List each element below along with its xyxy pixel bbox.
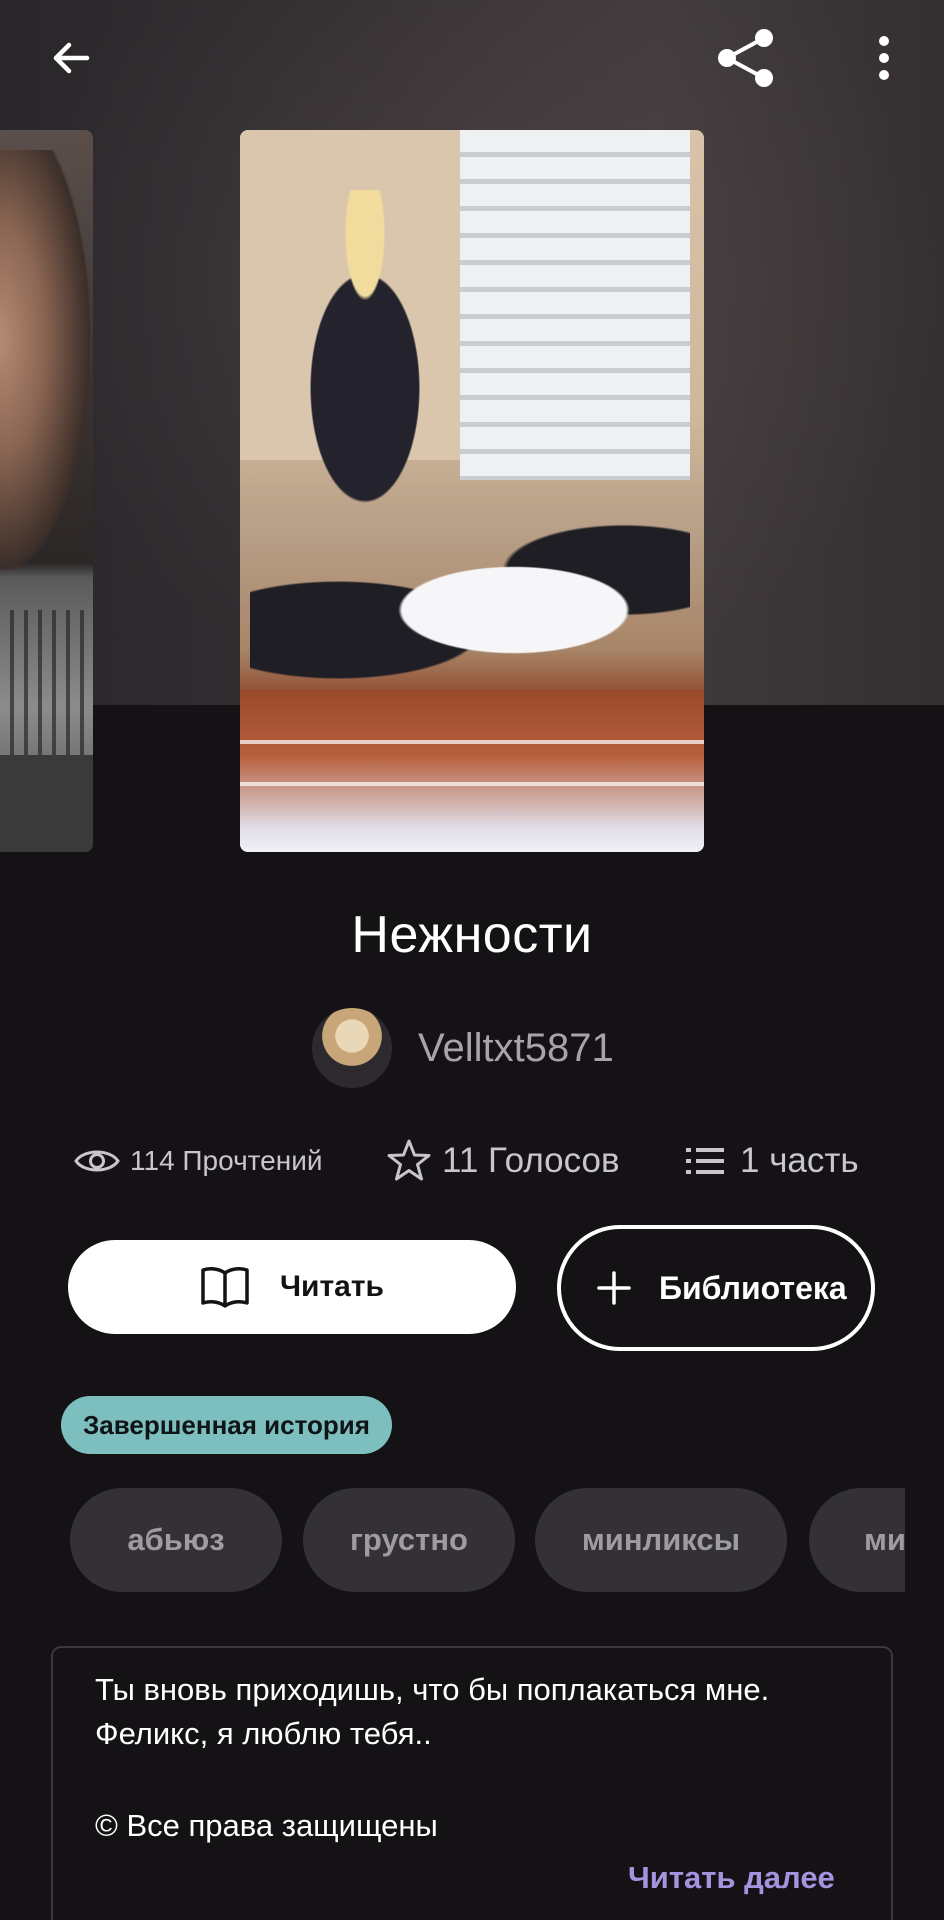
tag-chip[interactable]: абьюз — [70, 1488, 282, 1592]
more-vertical-icon — [879, 36, 889, 80]
story-cover — [240, 130, 704, 852]
cover-art — [250, 510, 690, 710]
eye-icon — [74, 1146, 120, 1176]
cover-art — [240, 782, 704, 786]
tag-chip[interactable]: ми — [809, 1488, 905, 1592]
author-avatar[interactable] — [312, 1008, 392, 1088]
cover-art — [240, 740, 704, 744]
tag-chip[interactable]: минликсы — [535, 1488, 787, 1592]
star-icon — [386, 1138, 432, 1184]
story-stats: 114 Прочтений 11 Голосов 1 часть — [0, 1135, 944, 1187]
cover-art — [460, 130, 690, 480]
top-bar — [0, 0, 944, 112]
add-to-library-button[interactable]: Библиотека — [557, 1225, 875, 1351]
read-more-link[interactable]: Читать далее — [628, 1860, 835, 1896]
reads-stat: 114 Прочтений — [74, 1135, 323, 1187]
tag-list: абьюз грустно минликсы ми — [70, 1488, 905, 1592]
author-name[interactable]: Velltxt5871 — [418, 1026, 614, 1071]
description-text: Феликс, я люблю тебя.. — [95, 1716, 432, 1751]
reads-count: 114 Прочтений — [130, 1145, 323, 1176]
story-title: Нежности — [351, 906, 593, 964]
book-icon — [200, 1265, 250, 1309]
adjacent-story-cover[interactable] — [0, 130, 93, 852]
cover-art — [240, 690, 704, 852]
library-button-label: Библиотека — [659, 1270, 847, 1306]
copyright-text: © Все права защищены — [95, 1808, 438, 1843]
tag-chip[interactable]: грустно — [303, 1488, 515, 1592]
back-button[interactable] — [35, 22, 107, 94]
votes-stat: 11 Голосов — [386, 1135, 620, 1187]
arrow-left-icon — [53, 42, 90, 74]
cover-art — [0, 150, 90, 570]
more-options-button[interactable] — [848, 22, 920, 94]
list-icon — [686, 1146, 724, 1176]
read-button[interactable]: Читать — [68, 1240, 516, 1334]
votes-count: 11 Голосов — [442, 1141, 620, 1180]
cover-art — [270, 190, 460, 550]
share-icon — [718, 29, 773, 87]
author-link[interactable]: Velltxt5871 — [312, 1008, 614, 1088]
cover-art — [0, 610, 93, 852]
description-text: Ты вновь приходишь, что бы поплакаться м… — [95, 1672, 770, 1707]
read-button-label: Читать — [279, 1270, 385, 1303]
story-description: Ты вновь приходишь, что бы поплакаться м… — [51, 1646, 893, 1920]
parts-count: 1 часть — [740, 1141, 859, 1180]
share-button[interactable] — [710, 22, 782, 94]
plus-icon — [597, 1271, 631, 1305]
completed-status-badge: Завершенная история — [61, 1396, 392, 1454]
parts-stat: 1 часть — [686, 1135, 859, 1187]
